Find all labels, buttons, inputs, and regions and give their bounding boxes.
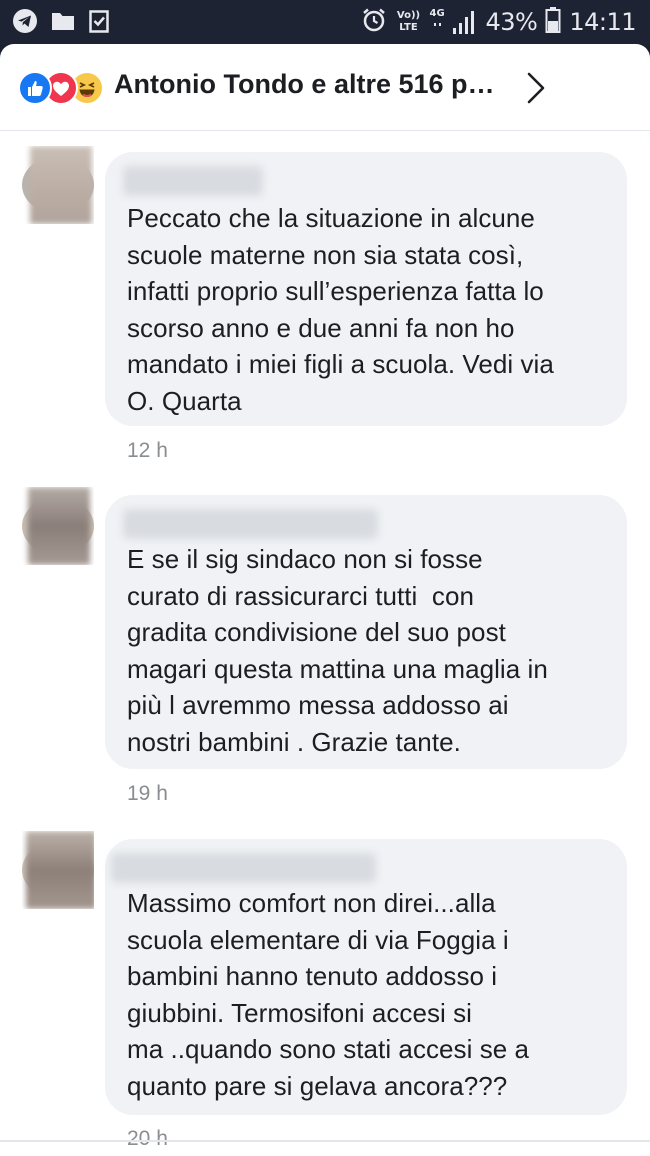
comment-text: E se il sig sindaco non si fosse curato … (127, 544, 548, 757)
chevron-right-icon[interactable] (521, 68, 551, 108)
comment: Massimo comfort non direi...alla scuola … (0, 831, 650, 1156)
comment: E se il sig sindaco non si fosse curato … (0, 487, 650, 817)
volte-icon: Vo)) LTE (395, 11, 421, 33)
signal-icon: 4G (429, 7, 477, 37)
avatar[interactable] (22, 146, 94, 224)
lte-label: LTE (399, 22, 418, 33)
reactions-header[interactable]: Antonio Tondo e altre 516 p… (0, 44, 650, 131)
comments-sheet: Antonio Tondo e altre 516 p… Peccato che… (0, 44, 650, 1156)
comment-bubble[interactable]: E se il sig sindaco non si fosse curato … (105, 495, 627, 769)
comment-bubble[interactable]: Peccato che la situazione in alcune scuo… (105, 152, 627, 426)
comment-timestamp[interactable]: 20 h (127, 1127, 168, 1151)
like-icon (18, 71, 52, 105)
volte-label: Vo)) (396, 10, 421, 21)
comment-text: Peccato che la situazione in alcune scuo… (127, 203, 554, 416)
comment-bubble[interactable]: Massimo comfort non direi...alla scuola … (105, 839, 627, 1115)
battery-icon (545, 6, 561, 39)
battery-percent: 43% (485, 8, 538, 36)
bottom-divider (0, 1140, 650, 1142)
folder-icon (50, 9, 76, 38)
comment-author[interactable] (123, 166, 263, 196)
telegram-icon (12, 8, 38, 39)
status-bar: Vo)) LTE 4G 43% 14:11 (0, 0, 650, 44)
alarm-icon (361, 7, 387, 38)
reaction-icons[interactable] (18, 71, 110, 105)
comment-timestamp[interactable]: 19 h (127, 782, 168, 806)
clipboard-check-icon (88, 8, 110, 39)
comment-author[interactable] (111, 853, 376, 883)
comment-text: Massimo comfort non direi...alla scuola … (127, 888, 530, 1101)
clock: 14:11 (569, 8, 636, 36)
comment-author[interactable] (123, 509, 378, 539)
reactions-summary-title[interactable]: Antonio Tondo e altre 516 p… (114, 69, 514, 100)
avatar[interactable] (22, 487, 94, 565)
comment-timestamp[interactable]: 12 h (127, 439, 168, 463)
avatar[interactable] (22, 831, 94, 909)
comment: Peccato che la situazione in alcune scuo… (0, 146, 650, 476)
